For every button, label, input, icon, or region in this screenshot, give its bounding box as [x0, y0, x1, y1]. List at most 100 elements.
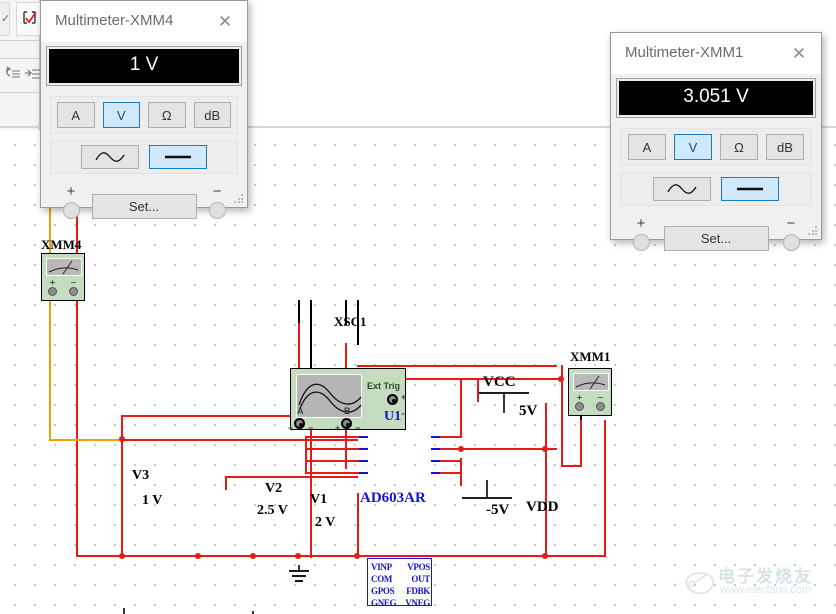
left-toolbar: ✓: [0, 0, 42, 130]
terminal-plus[interactable]: [48, 287, 57, 296]
window-title: Multimeter-XMM4: [55, 12, 174, 29]
minus-terminal[interactable]: −: [199, 184, 235, 219]
wire: [545, 403, 547, 555]
terminal-plus[interactable]: [575, 402, 584, 411]
check-mark-icon: ✓: [1, 13, 11, 25]
ac-mode-button[interactable]: [653, 177, 711, 201]
current-mode-button[interactable]: A: [57, 102, 95, 128]
current-mode-button[interactable]: A: [628, 134, 666, 160]
ic-ref-label: U1: [384, 409, 402, 424]
a-minus-sign: −: [308, 423, 314, 433]
dc-line-icon: [737, 187, 763, 191]
close-icon[interactable]: ✕: [203, 1, 247, 43]
resize-grip[interactable]: [234, 194, 244, 204]
wire: [76, 555, 606, 557]
voltage-mode-button[interactable]: V: [102, 102, 140, 128]
v1-value-label: 2 V: [315, 515, 336, 530]
window-body: A V Ω dB + Set... −: [611, 118, 821, 259]
place-component-icon: [23, 11, 37, 24]
minus-knob-icon[interactable]: [208, 202, 226, 219]
scope-ref-label: XSC1: [334, 314, 367, 329]
ic-pin-lead: [359, 460, 368, 462]
v2-value-label: 2.5 V: [257, 503, 288, 518]
measure-mode-group: A V Ω dB: [50, 96, 238, 134]
ext-trig-terminal[interactable]: [387, 394, 398, 405]
ic-pin-lead: [431, 448, 440, 450]
multimeter-window-xmm1[interactable]: Multimeter-XMM1 ✕ 3.051 V A V Ω dB + Set…: [610, 32, 822, 251]
v3-ref-label: V3: [132, 468, 150, 483]
wire-junction: [119, 436, 125, 442]
wire-junction: [295, 553, 301, 559]
channel-b-label: B: [344, 406, 351, 416]
wire: [561, 465, 582, 467]
ground-symbol: [286, 565, 312, 590]
vdd-value-label: -5V: [486, 502, 510, 518]
display-bezel: 3.051 V: [616, 78, 816, 118]
wire-junction: [458, 446, 464, 452]
dc-line-icon: [165, 155, 191, 159]
ic-pin-lead: [431, 460, 440, 462]
v1-ref-label: V1: [310, 492, 328, 507]
ic-pin-lead: [431, 436, 440, 438]
wire: [305, 472, 367, 474]
toolbar-divider: [0, 40, 40, 41]
voltage-mode-button[interactable]: V: [674, 134, 712, 160]
trig-minus-sign: −: [401, 409, 407, 419]
set-button[interactable]: Set...: [663, 226, 769, 251]
terminals-row: + Set... −: [50, 183, 238, 219]
pin-label-vinp: VINP: [371, 562, 392, 572]
plus-knob-icon[interactable]: [62, 202, 80, 219]
meter-needle-icon: [48, 260, 79, 275]
plus-terminal[interactable]: +: [53, 183, 89, 219]
plus-sign: +: [66, 183, 76, 200]
pin-label-vneg: VNEG: [405, 598, 430, 608]
dc-mode-button[interactable]: [721, 177, 779, 201]
meter-reading: 3.051 V: [619, 81, 813, 115]
resize-grip[interactable]: [808, 226, 818, 236]
ac-mode-button[interactable]: [81, 145, 139, 169]
decibel-mode-button[interactable]: dB: [766, 134, 804, 160]
window-titlebar[interactable]: Multimeter-XMM4 ✕: [41, 1, 247, 43]
wire-junction: [542, 553, 548, 559]
signal-mode-group: [620, 172, 812, 206]
terminals-row: + Set... −: [620, 216, 812, 251]
scope-screen: [296, 374, 362, 418]
v3-symbol[interactable]: [100, 608, 148, 614]
vcc-value-label: 5V: [519, 403, 538, 419]
decibel-mode-button[interactable]: dB: [193, 102, 231, 128]
resistance-mode-button[interactable]: Ω: [148, 102, 186, 128]
multimeter-window-xmm4[interactable]: Multimeter-XMM4 ✕ 1 V A V Ω dB + Set... …: [40, 0, 248, 219]
wire-junction: [119, 553, 125, 559]
wire: [49, 439, 123, 441]
channel-b-terminal[interactable]: [341, 418, 352, 429]
wire: [432, 448, 557, 450]
terminal-minus[interactable]: [69, 287, 78, 296]
plus-terminal[interactable]: +: [623, 216, 659, 251]
wire: [298, 300, 300, 325]
dc-mode-button[interactable]: [149, 145, 207, 169]
pin-label-out: OUT: [411, 574, 430, 584]
channel-a-terminal[interactable]: [294, 418, 305, 429]
minus-terminal[interactable]: −: [773, 216, 809, 251]
terminal-minus[interactable]: [596, 402, 605, 411]
close-icon[interactable]: ✕: [777, 33, 821, 75]
window-body: A V Ω dB + Set... −: [41, 86, 247, 227]
plus-knob-icon[interactable]: [632, 234, 650, 251]
step-over-icon: [25, 69, 41, 79]
xmm1-symbol[interactable]: + −: [568, 368, 612, 416]
minus-knob-icon[interactable]: [782, 234, 800, 251]
ic-body[interactable]: VINP VPOS COM OUT GPOS FDBK GNEG VNEG: [367, 558, 432, 608]
display-bezel: 1 V: [46, 46, 242, 86]
wire: [357, 365, 557, 367]
window-titlebar[interactable]: Multimeter-XMM1 ✕: [611, 33, 821, 75]
wire: [460, 378, 462, 416]
resistance-mode-button[interactable]: Ω: [720, 134, 758, 160]
set-button[interactable]: Set...: [91, 194, 197, 219]
wire: [460, 414, 462, 438]
ic-pin-lead: [431, 472, 440, 474]
xmm4-symbol[interactable]: + −: [41, 253, 85, 301]
wire: [305, 448, 367, 450]
toolbar-divider: [0, 126, 40, 128]
xmm1-ref-label: XMM1: [570, 349, 611, 364]
dc-source-icon: [123, 608, 125, 614]
